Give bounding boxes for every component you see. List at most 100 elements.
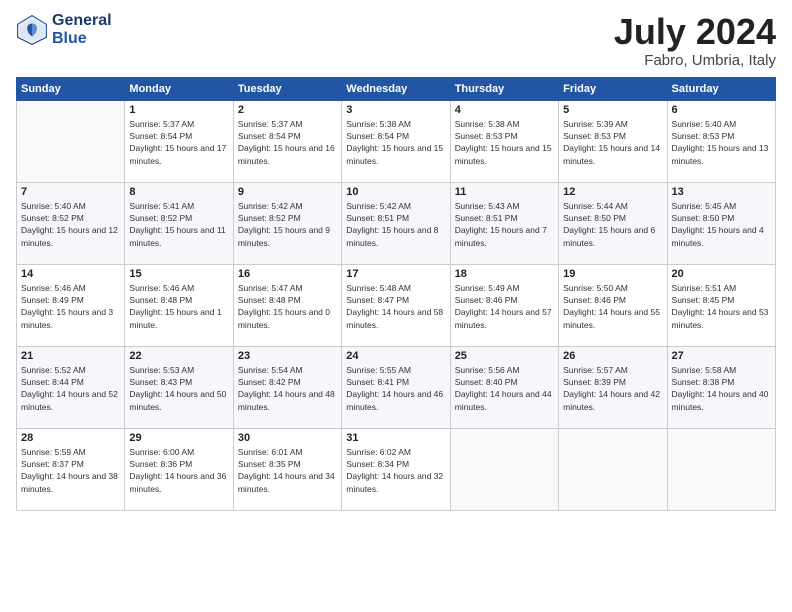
day-number: 30 [238, 432, 337, 444]
day-cell: 6Sunrise: 5:40 AMSunset: 8:53 PMDaylight… [667, 100, 775, 182]
day-info: Sunrise: 5:46 AMSunset: 8:49 PMDaylight:… [21, 282, 120, 331]
col-saturday: Saturday [667, 77, 775, 100]
day-info: Sunrise: 5:38 AMSunset: 8:53 PMDaylight:… [455, 118, 554, 167]
week-row-4: 21 Sunrise: 5:52 AMSunset: 8:44 PMDayligh… [17, 346, 776, 428]
day-cell: 13 Sunrise: 5:45 AMSunset: 8:50 PMDayligh… [667, 182, 775, 264]
day-cell: 18Sunrise: 5:49 AMSunset: 8:46 PMDayligh… [450, 264, 558, 346]
col-wednesday: Wednesday [342, 77, 450, 100]
day-cell: 9 Sunrise: 5:42 AMSunset: 8:52 PMDaylight… [233, 182, 341, 264]
day-number: 17 [346, 268, 445, 280]
week-row-3: 14 Sunrise: 5:46 AMSunset: 8:49 PMDayligh… [17, 264, 776, 346]
day-cell: 24Sunrise: 5:55 AMSunset: 8:41 PMDayligh… [342, 346, 450, 428]
day-number: 14 [21, 268, 120, 280]
day-number: 27 [672, 350, 771, 362]
day-info: Sunrise: 5:49 AMSunset: 8:46 PMDaylight:… [455, 282, 554, 331]
day-cell: 7 Sunrise: 5:40 AMSunset: 8:52 PMDaylight… [17, 182, 125, 264]
day-info: Sunrise: 5:47 AMSunset: 8:48 PMDaylight:… [238, 282, 337, 331]
day-cell: 10 Sunrise: 5:42 AMSunset: 8:51 PMDayligh… [342, 182, 450, 264]
day-info: Sunrise: 5:37 AMSunset: 8:54 PMDaylight:… [129, 118, 228, 167]
day-cell: 3 Sunrise: 5:38 AMSunset: 8:54 PMDaylight… [342, 100, 450, 182]
day-cell: 20 Sunrise: 5:51 AMSunset: 8:45 PMDayligh… [667, 264, 775, 346]
day-info: Sunrise: 5:41 AMSunset: 8:52 PMDaylight:… [129, 200, 228, 249]
day-info: Sunrise: 5:53 AMSunset: 8:43 PMDaylight:… [129, 364, 228, 413]
day-cell: 19Sunrise: 5:50 AMSunset: 8:46 PMDayligh… [559, 264, 667, 346]
day-info: Sunrise: 5:42 AMSunset: 8:51 PMDaylight:… [346, 200, 445, 249]
day-info: Sunrise: 5:44 AMSunset: 8:50 PMDaylight:… [563, 200, 662, 249]
day-number: 1 [129, 104, 228, 116]
day-cell: 15 Sunrise: 5:46 AMSunset: 8:48 PMDayligh… [125, 264, 233, 346]
day-info: Sunrise: 6:00 AMSunset: 8:36 PMDaylight:… [129, 446, 228, 495]
header-row: Sunday Monday Tuesday Wednesday Thursday… [17, 77, 776, 100]
logo-text: General Blue [52, 12, 112, 49]
day-cell: 28Sunrise: 5:59 AMSunset: 8:37 PMDayligh… [17, 428, 125, 510]
day-number: 31 [346, 432, 445, 444]
location: Fabro, Umbria, Italy [614, 52, 776, 69]
day-number: 2 [238, 104, 337, 116]
day-cell [559, 428, 667, 510]
day-info: Sunrise: 5:42 AMSunset: 8:52 PMDaylight:… [238, 200, 337, 249]
logo: General Blue [16, 12, 112, 49]
day-cell: 16 Sunrise: 5:47 AMSunset: 8:48 PMDayligh… [233, 264, 341, 346]
day-cell: 26 Sunrise: 5:57 AMSunset: 8:39 PMDayligh… [559, 346, 667, 428]
day-cell: 27 Sunrise: 5:58 AMSunset: 8:38 PMDayligh… [667, 346, 775, 428]
day-number: 10 [346, 186, 445, 198]
day-number: 12 [563, 186, 662, 198]
day-cell [667, 428, 775, 510]
col-tuesday: Tuesday [233, 77, 341, 100]
logo-icon [16, 14, 48, 46]
day-number: 19 [563, 268, 662, 280]
day-info: Sunrise: 5:46 AMSunset: 8:48 PMDaylight:… [129, 282, 228, 331]
day-info: Sunrise: 5:45 AMSunset: 8:50 PMDaylight:… [672, 200, 771, 249]
day-cell [17, 100, 125, 182]
day-number: 29 [129, 432, 228, 444]
day-number: 4 [455, 104, 554, 116]
day-cell: 8Sunrise: 5:41 AMSunset: 8:52 PMDaylight… [125, 182, 233, 264]
day-number: 20 [672, 268, 771, 280]
day-cell: 12 Sunrise: 5:44 AMSunset: 8:50 PMDayligh… [559, 182, 667, 264]
day-info: Sunrise: 5:51 AMSunset: 8:45 PMDaylight:… [672, 282, 771, 331]
day-info: Sunrise: 5:40 AMSunset: 8:52 PMDaylight:… [21, 200, 120, 249]
day-info: Sunrise: 5:39 AMSunset: 8:53 PMDaylight:… [563, 118, 662, 167]
day-number: 25 [455, 350, 554, 362]
col-friday: Friday [559, 77, 667, 100]
day-number: 16 [238, 268, 337, 280]
day-cell: 5 Sunrise: 5:39 AMSunset: 8:53 PMDaylight… [559, 100, 667, 182]
col-monday: Monday [125, 77, 233, 100]
day-number: 26 [563, 350, 662, 362]
day-info: Sunrise: 5:58 AMSunset: 8:38 PMDaylight:… [672, 364, 771, 413]
day-cell: 31Sunrise: 6:02 AMSunset: 8:34 PMDayligh… [342, 428, 450, 510]
day-info: Sunrise: 5:52 AMSunset: 8:44 PMDaylight:… [21, 364, 120, 413]
month-title: July 2024 [614, 12, 776, 52]
col-sunday: Sunday [17, 77, 125, 100]
day-number: 28 [21, 432, 120, 444]
day-cell: 25 Sunrise: 5:56 AMSunset: 8:40 PMDayligh… [450, 346, 558, 428]
header: General Blue July 2024 Fabro, Umbria, It… [16, 12, 776, 69]
day-cell: 14 Sunrise: 5:46 AMSunset: 8:49 PMDayligh… [17, 264, 125, 346]
day-info: Sunrise: 5:38 AMSunset: 8:54 PMDaylight:… [346, 118, 445, 167]
day-cell: 4 Sunrise: 5:38 AMSunset: 8:53 PMDaylight… [450, 100, 558, 182]
day-cell: 11Sunrise: 5:43 AMSunset: 8:51 PMDayligh… [450, 182, 558, 264]
day-number: 21 [21, 350, 120, 362]
day-number: 9 [238, 186, 337, 198]
day-cell [450, 428, 558, 510]
col-thursday: Thursday [450, 77, 558, 100]
day-number: 7 [21, 186, 120, 198]
day-number: 24 [346, 350, 445, 362]
day-info: Sunrise: 5:54 AMSunset: 8:42 PMDaylight:… [238, 364, 337, 413]
day-cell: 2Sunrise: 5:37 AMSunset: 8:54 PMDaylight… [233, 100, 341, 182]
day-number: 5 [563, 104, 662, 116]
day-number: 13 [672, 186, 771, 198]
day-cell: 1 Sunrise: 5:37 AMSunset: 8:54 PMDaylight… [125, 100, 233, 182]
day-cell: 21 Sunrise: 5:52 AMSunset: 8:44 PMDayligh… [17, 346, 125, 428]
day-number: 3 [346, 104, 445, 116]
day-cell: 29 Sunrise: 6:00 AMSunset: 8:36 PMDayligh… [125, 428, 233, 510]
day-info: Sunrise: 5:57 AMSunset: 8:39 PMDaylight:… [563, 364, 662, 413]
day-cell: 17 Sunrise: 5:48 AMSunset: 8:47 PMDayligh… [342, 264, 450, 346]
day-cell: 30Sunrise: 6:01 AMSunset: 8:35 PMDayligh… [233, 428, 341, 510]
day-info: Sunrise: 5:48 AMSunset: 8:47 PMDaylight:… [346, 282, 445, 331]
day-number: 11 [455, 186, 554, 198]
calendar-table: Sunday Monday Tuesday Wednesday Thursday… [16, 77, 776, 511]
day-number: 23 [238, 350, 337, 362]
day-info: Sunrise: 5:56 AMSunset: 8:40 PMDaylight:… [455, 364, 554, 413]
day-number: 15 [129, 268, 228, 280]
